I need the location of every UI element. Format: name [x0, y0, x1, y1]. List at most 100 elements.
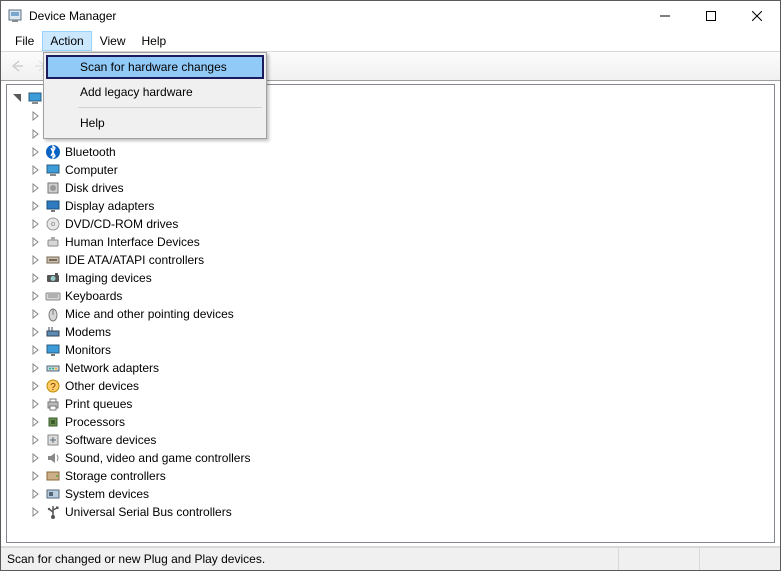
tree-node[interactable]: Software devices [9, 431, 772, 449]
bluetooth-icon [45, 144, 61, 160]
expander-icon[interactable] [27, 432, 43, 448]
menu-file[interactable]: File [7, 31, 42, 51]
expander-icon[interactable] [27, 234, 43, 250]
tree-node[interactable]: DVD/CD-ROM drives [9, 215, 772, 233]
tree-node-label[interactable]: Print queues [63, 397, 134, 411]
tree-node[interactable]: Imaging devices [9, 269, 772, 287]
other-icon: ? [45, 378, 61, 394]
expander-icon[interactable] [27, 504, 43, 520]
tree-node-label[interactable]: Human Interface Devices [63, 235, 202, 249]
tree-node[interactable]: Processors [9, 413, 772, 431]
expander-icon[interactable] [27, 468, 43, 484]
network-icon [45, 360, 61, 376]
expander-icon[interactable] [27, 270, 43, 286]
sound-icon [45, 450, 61, 466]
expander-icon[interactable] [27, 450, 43, 466]
statusbar: Scan for changed or new Plug and Play de… [1, 547, 780, 570]
expander-icon[interactable] [27, 306, 43, 322]
monitor-icon [45, 342, 61, 358]
imaging-icon [45, 270, 61, 286]
tree-node[interactable]: Mice and other pointing devices [9, 305, 772, 323]
minimize-button[interactable] [642, 1, 688, 31]
status-cell [618, 548, 699, 570]
tree-node[interactable]: Storage controllers [9, 467, 772, 485]
device-tree: Bluetooth Computer Disk drives Display adap… [7, 85, 774, 525]
ide-icon [45, 252, 61, 268]
tree-node[interactable]: ?Other devices [9, 377, 772, 395]
expander-icon[interactable] [27, 108, 43, 124]
menu-help[interactable]: Help [134, 31, 175, 51]
expander-icon[interactable] [27, 180, 43, 196]
app-icon [7, 8, 23, 24]
modem-icon [45, 324, 61, 340]
tree-node[interactable]: Bluetooth [9, 143, 772, 161]
computer-icon [45, 162, 61, 178]
tree-node-label[interactable]: Sound, video and game controllers [63, 451, 252, 465]
disk-icon [45, 180, 61, 196]
storage-icon [45, 468, 61, 484]
tree-node-label[interactable]: Disk drives [63, 181, 126, 195]
menu-view[interactable]: View [92, 31, 134, 51]
expander-icon[interactable] [27, 216, 43, 232]
tree-node[interactable]: Print queues [9, 395, 772, 413]
expander-icon[interactable] [27, 378, 43, 394]
tree-node[interactable]: IDE ATA/ATAPI controllers [9, 251, 772, 269]
expander-icon[interactable] [27, 324, 43, 340]
menubar: FileActionViewHelp [1, 31, 780, 51]
tree-node[interactable]: Disk drives [9, 179, 772, 197]
tree-node-label[interactable]: Software devices [63, 433, 158, 447]
tree-node-label[interactable]: Mice and other pointing devices [63, 307, 236, 321]
expander-icon[interactable] [27, 360, 43, 376]
expander-icon[interactable] [9, 90, 25, 106]
tree-node-label[interactable]: System devices [63, 487, 151, 501]
expander-icon[interactable] [27, 198, 43, 214]
tree-node-label[interactable]: Other devices [63, 379, 141, 393]
software-icon [45, 432, 61, 448]
tree-node[interactable]: Computer [9, 161, 772, 179]
printer-icon [45, 396, 61, 412]
tree-node-label[interactable]: Universal Serial Bus controllers [63, 505, 234, 519]
tree-node-label[interactable]: Display adapters [63, 199, 156, 213]
maximize-button[interactable] [688, 1, 734, 31]
expander-icon[interactable] [27, 396, 43, 412]
tree-panel[interactable]: Bluetooth Computer Disk drives Display adap… [6, 84, 775, 543]
display-icon [45, 198, 61, 214]
tree-node-label[interactable]: Processors [63, 415, 127, 429]
status-text: Scan for changed or new Plug and Play de… [7, 552, 265, 566]
tree-node-label[interactable]: Keyboards [63, 289, 124, 303]
tree-node[interactable]: Monitors [9, 341, 772, 359]
tree-node[interactable]: Sound, video and game controllers [9, 449, 772, 467]
tree-node[interactable]: Display adapters [9, 197, 772, 215]
expander-icon[interactable] [27, 162, 43, 178]
expander-icon[interactable] [27, 342, 43, 358]
expander-icon[interactable] [27, 414, 43, 430]
tree-node[interactable]: Universal Serial Bus controllers [9, 503, 772, 521]
menu-separator [78, 107, 262, 108]
tree-node[interactable]: Modems [9, 323, 772, 341]
menu-item-scan-for-hardware-changes[interactable]: Scan for hardware changes [46, 55, 264, 79]
tree-node-label[interactable]: Modems [63, 325, 113, 339]
tree-node[interactable]: Human Interface Devices [9, 233, 772, 251]
device-manager-window: Device Manager FileActionViewHelp Blueto… [0, 0, 781, 571]
back-button[interactable] [5, 54, 29, 78]
tree-node[interactable]: System devices [9, 485, 772, 503]
tree-node-label[interactable]: Network adapters [63, 361, 161, 375]
close-button[interactable] [734, 1, 780, 31]
expander-icon[interactable] [27, 126, 43, 142]
tree-node-label[interactable]: DVD/CD-ROM drives [63, 217, 180, 231]
tree-node-label[interactable]: Imaging devices [63, 271, 154, 285]
expander-icon[interactable] [27, 288, 43, 304]
tree-node-label[interactable]: Storage controllers [63, 469, 168, 483]
menu-action[interactable]: Action [42, 31, 91, 51]
tree-node-label[interactable]: Monitors [63, 343, 113, 357]
tree-node-label[interactable]: IDE ATA/ATAPI controllers [63, 253, 206, 267]
expander-icon[interactable] [27, 486, 43, 502]
tree-node-label[interactable]: Bluetooth [63, 145, 118, 159]
expander-icon[interactable] [27, 252, 43, 268]
tree-node[interactable]: Network adapters [9, 359, 772, 377]
menu-item-add-legacy-hardware[interactable]: Add legacy hardware [46, 80, 264, 104]
menu-item-help[interactable]: Help [46, 111, 264, 135]
expander-icon[interactable] [27, 144, 43, 160]
tree-node[interactable]: Keyboards [9, 287, 772, 305]
tree-node-label[interactable]: Computer [63, 163, 120, 177]
